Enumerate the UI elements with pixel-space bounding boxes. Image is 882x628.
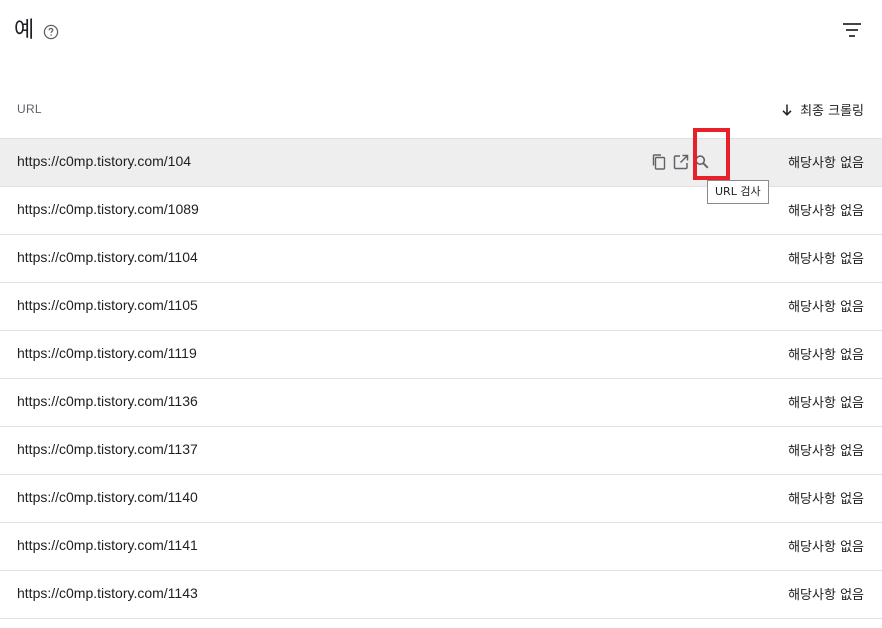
row-last-crawl: 해당사항 없음: [788, 204, 864, 219]
highlight-box: [693, 128, 730, 180]
arrow-down-icon: [782, 104, 792, 116]
row-last-crawl: 해당사항 없음: [788, 444, 864, 459]
column-header-last-crawl-label: 최종 크롤링: [800, 104, 864, 119]
page-title: 예: [14, 18, 35, 43]
column-header-url: URL: [17, 102, 42, 116]
row-url[interactable]: https://c0mp.tistory.com/1119: [17, 345, 197, 361]
page-header: 예: [0, 0, 882, 64]
row-last-crawl: 해당사항 없음: [788, 252, 864, 267]
help-circle-icon[interactable]: [43, 24, 59, 40]
table-row[interactable]: https://c0mp.tistory.com/1105 해당사항 없음: [0, 283, 882, 331]
row-url[interactable]: https://c0mp.tistory.com/1104: [17, 249, 198, 265]
row-url[interactable]: https://c0mp.tistory.com/1141: [17, 537, 198, 553]
row-last-crawl: 해당사항 없음: [788, 540, 864, 555]
table-row[interactable]: https://c0mp.tistory.com/1141 해당사항 없음: [0, 523, 882, 571]
url-table: https://c0mp.tistory.com/104 해당사항 없음 htt…: [0, 139, 882, 619]
tooltip-url-inspect: URL 검사: [707, 180, 769, 204]
row-url[interactable]: https://c0mp.tistory.com/1105: [17, 297, 198, 313]
row-last-crawl: 해당사항 없음: [788, 588, 864, 603]
filter-list-icon[interactable]: [840, 18, 864, 42]
row-last-crawl: 해당사항 없음: [788, 396, 864, 411]
table-row[interactable]: https://c0mp.tistory.com/1137 해당사항 없음: [0, 427, 882, 475]
row-url[interactable]: https://c0mp.tistory.com/1136: [17, 393, 198, 409]
row-last-crawl: 해당사항 없음: [788, 348, 864, 363]
row-url[interactable]: https://c0mp.tistory.com/1143: [17, 585, 198, 601]
row-last-crawl: 해당사항 없음: [788, 492, 864, 507]
row-last-crawl: 해당사항 없음: [788, 156, 864, 171]
table-row[interactable]: https://c0mp.tistory.com/1140 해당사항 없음: [0, 475, 882, 523]
row-last-crawl: 해당사항 없음: [788, 300, 864, 315]
copy-icon[interactable]: [649, 152, 669, 172]
row-url[interactable]: https://c0mp.tistory.com/104: [17, 153, 191, 169]
table-row[interactable]: https://c0mp.tistory.com/1119 해당사항 없음: [0, 331, 882, 379]
table-row[interactable]: https://c0mp.tistory.com/1104 해당사항 없음: [0, 235, 882, 283]
row-url[interactable]: https://c0mp.tistory.com/1137: [17, 441, 198, 457]
open-in-new-icon[interactable]: [671, 152, 691, 172]
table-row[interactable]: https://c0mp.tistory.com/1136 해당사항 없음: [0, 379, 882, 427]
table-row[interactable]: https://c0mp.tistory.com/1143 해당사항 없음: [0, 571, 882, 619]
table-header: URL 최종 크롤링: [0, 86, 882, 139]
row-url[interactable]: https://c0mp.tistory.com/1140: [17, 489, 198, 505]
row-url[interactable]: https://c0mp.tistory.com/1089: [17, 201, 199, 217]
column-header-last-crawl[interactable]: 최종 크롤링: [780, 100, 864, 119]
